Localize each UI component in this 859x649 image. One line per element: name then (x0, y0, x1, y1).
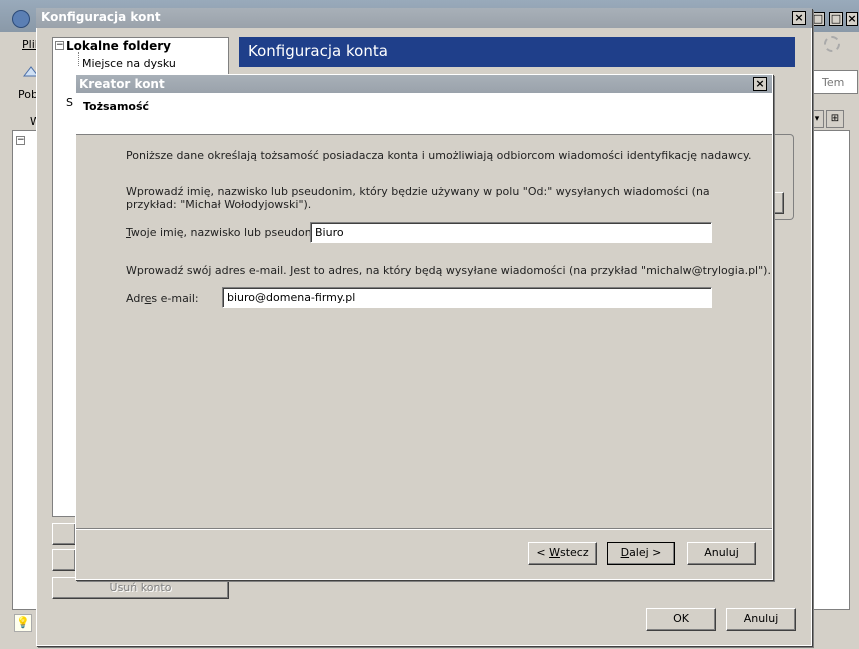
wizard-page-title: Tożsamość (83, 100, 150, 113)
chevron-down-icon[interactable]: ▾ (810, 110, 824, 128)
lightbulb-icon: 💡 (14, 614, 32, 632)
account-wizard-titlebar (76, 75, 772, 93)
next-button[interactable]: Dalej > (607, 542, 675, 565)
wizard-page-header (76, 93, 772, 135)
email-input[interactable] (222, 287, 712, 308)
identity-intro-text: Poniższe dane określają tożsamość posiad… (126, 149, 752, 162)
back-button[interactable]: < Wstecz (528, 542, 597, 565)
tree-item-disk-space[interactable]: Miejsce na dysku (82, 57, 176, 70)
restore-icon[interactable]: □ (811, 12, 825, 26)
set-default-button[interactable] (52, 549, 76, 571)
name-info-text: Wprowadź imię, nazwisko lub pseudonim, k… (126, 185, 710, 211)
message-pane[interactable] (810, 130, 850, 610)
search-placeholder: Tem (822, 76, 845, 89)
close-icon[interactable]: × (846, 12, 858, 26)
app-icon (12, 10, 30, 28)
folder-pane[interactable] (12, 130, 38, 610)
email-info-text: Wprowadź swój adres e-mail. Jest to adre… (126, 264, 771, 277)
name-input[interactable] (310, 222, 712, 243)
remove-account-button[interactable]: Usuń konto (52, 577, 229, 599)
email-field-label: Adres e-mail: (126, 292, 199, 305)
close-icon[interactable]: × (753, 77, 767, 91)
maximize-icon[interactable]: □ (829, 12, 843, 26)
collapse-icon[interactable]: − (55, 41, 64, 50)
cancel-button[interactable]: Anuluj (726, 608, 796, 631)
close-icon[interactable]: × (792, 11, 806, 25)
name-field-label: Twoje imię, nazwisko lub pseudonim: (126, 226, 330, 239)
throbber-icon (824, 36, 840, 52)
expand-icon[interactable]: − (16, 136, 25, 145)
settings-label: S (66, 96, 73, 109)
add-account-button[interactable] (52, 523, 76, 545)
toolbar-get-mail-label[interactable]: Pob (18, 88, 38, 101)
wizard-separator (76, 528, 772, 530)
account-wizard-title: Kreator kont (79, 77, 165, 91)
account-config-title: Konfiguracja kont (41, 10, 161, 24)
tree-connector (78, 52, 79, 66)
tree-item-local-folders[interactable]: Lokalne foldery (66, 39, 171, 53)
ok-button[interactable]: OK (646, 608, 716, 631)
wizard-cancel-button[interactable]: Anuluj (687, 542, 756, 565)
account-settings-title: Konfiguracja konta (248, 42, 388, 60)
columns-icon[interactable]: ⊞ (826, 110, 844, 128)
